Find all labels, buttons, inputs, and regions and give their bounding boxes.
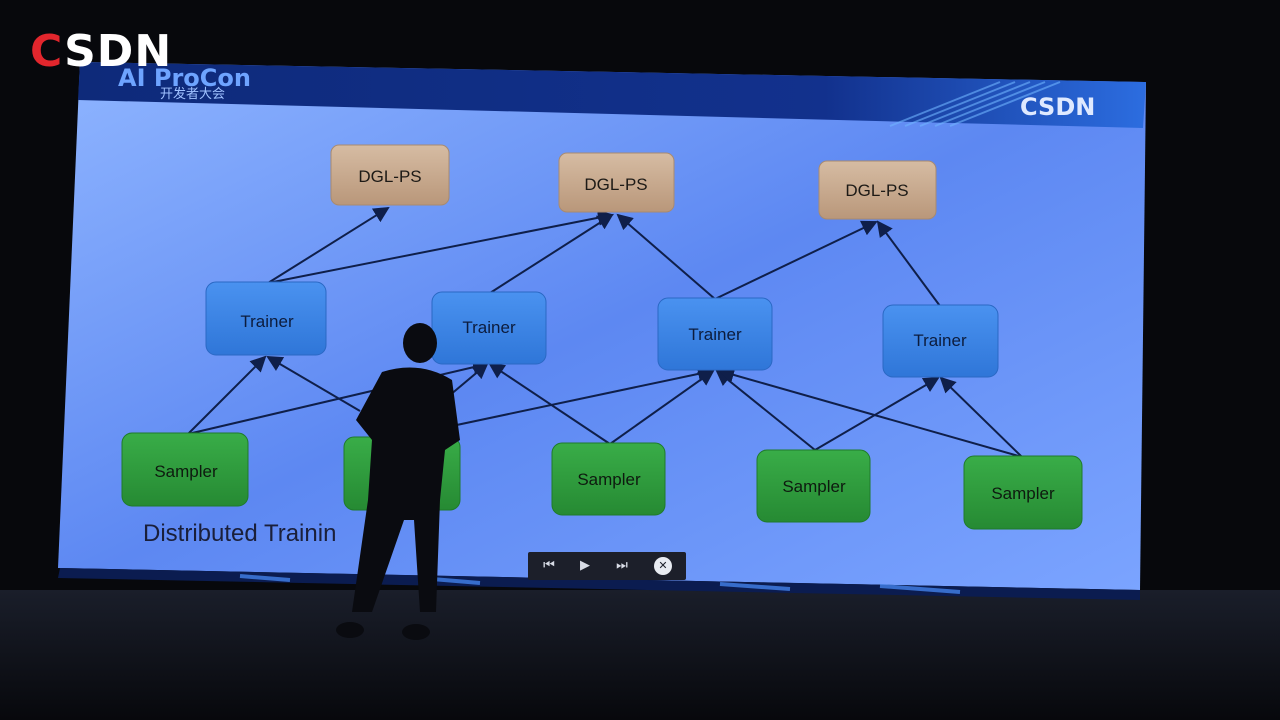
- trainer-node: Trainer: [882, 304, 999, 378]
- sampler-node-label: Sampler: [154, 462, 218, 481]
- slide-brand-csdn: CSDN: [1020, 93, 1095, 121]
- sampler-node-label: Sampler: [577, 470, 641, 489]
- csdn-watermark-rest: SDN: [64, 26, 173, 77]
- trainer-node-label: Trainer: [688, 325, 742, 344]
- close-icon[interactable]: ✕: [654, 557, 672, 575]
- previous-icon[interactable]: ⏮: [537, 556, 561, 576]
- trainer-node-label: Trainer: [462, 318, 516, 337]
- trainer-node: Trainer: [205, 281, 327, 356]
- slide-title: Distributed Trainin: [143, 520, 337, 547]
- trainer-node: Trainer: [657, 297, 773, 371]
- ps-node-label: DGL-PS: [358, 167, 421, 186]
- ps-node: DGL-PS: [818, 160, 937, 220]
- stage-floor: [0, 590, 1280, 720]
- next-icon[interactable]: ⏭: [610, 556, 634, 576]
- player-control-bar: ⏮ ▶ ⏭ ✕: [528, 552, 686, 580]
- stage-scene: CSDN AI ProCon 开发者大会 DGL-PS DGL-PS DGL-P…: [0, 62, 1280, 720]
- sampler-node: Sampler: [756, 449, 871, 523]
- csdn-watermark-c: C: [30, 26, 65, 77]
- sampler-node-label: Sampler: [782, 477, 846, 496]
- trainer-node-label: Trainer: [240, 312, 294, 331]
- ps-node-label: DGL-PS: [845, 181, 908, 200]
- play-icon[interactable]: ▶: [573, 556, 597, 576]
- sampler-node: Sampler: [551, 442, 666, 516]
- sampler-node-label: Sampler: [991, 484, 1055, 503]
- csdn-watermark: CSDN: [30, 30, 172, 74]
- ps-node: DGL-PS: [330, 144, 450, 206]
- trainer-node-label: Trainer: [913, 331, 967, 350]
- slide-header-logo-cn: 开发者大会: [160, 86, 225, 102]
- sampler-node: Sampler: [963, 455, 1083, 530]
- sampler-node: Sampler: [121, 432, 249, 507]
- trainer-node: Trainer: [431, 291, 547, 365]
- ps-node: DGL-PS: [558, 152, 675, 213]
- ps-node-label: DGL-PS: [584, 175, 647, 194]
